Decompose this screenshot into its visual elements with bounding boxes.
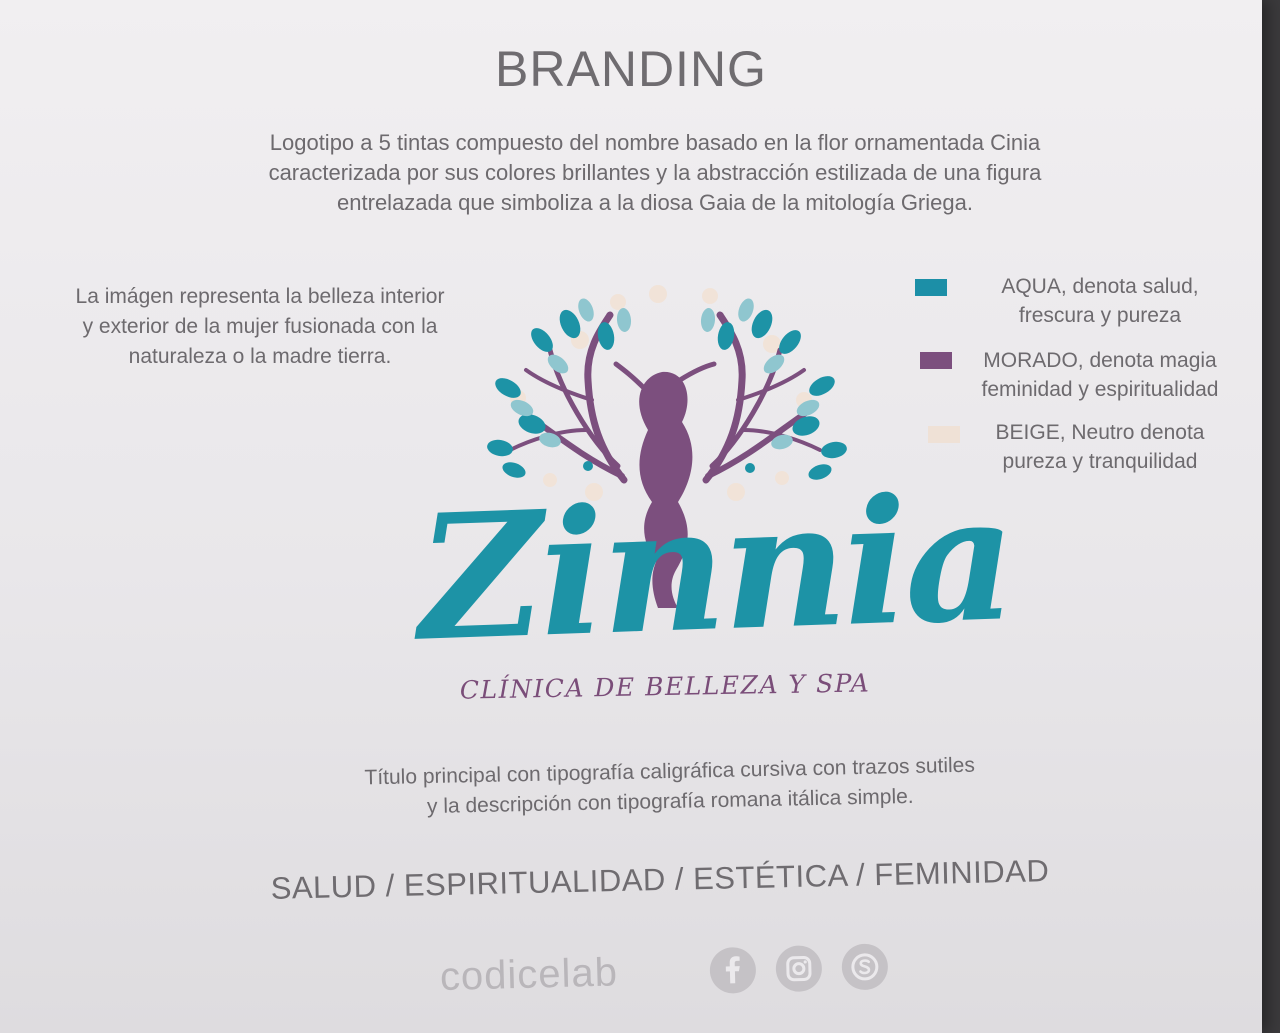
page-title: BRANDING [495, 41, 767, 97]
palette-label: MORADO, denota magia [983, 349, 1217, 372]
description-line: caracterizada por sus colores brillantes… [268, 160, 1042, 185]
instagram-icon[interactable] [775, 945, 823, 993]
description-line: entrelazada que simboliza a la diosa Gai… [337, 190, 973, 215]
facebook-icon[interactable] [709, 946, 757, 994]
palette-label: BEIGE, Neutro denota [995, 421, 1205, 444]
studio-logo: codicelab [439, 950, 619, 1000]
typography-note: Título principal con tipografía caligráf… [269, 749, 1070, 826]
palette-label: AQUA, denota salud, [1001, 275, 1199, 298]
skype-icon[interactable] [841, 943, 889, 991]
palette-label: feminidad y espiritualidad [981, 378, 1219, 401]
description-line: Logotipo a 5 tintas compuesto del nombre… [269, 130, 1041, 155]
palette-label: frescura y pureza [1018, 304, 1182, 327]
footer: codicelab [439, 939, 900, 1011]
branding-description: Logotipo a 5 tintas compuesto del nombre… [180, 128, 1130, 218]
brand-values: SALUD / ESPIRITUALIDAD / ESTÉTICA / FEMI… [270, 853, 1050, 906]
logo-wordmark: Zinnia [414, 456, 1016, 680]
branding-sheet: BRANDING Logotipo a 5 tintas compuesto d… [0, 0, 1262, 1033]
